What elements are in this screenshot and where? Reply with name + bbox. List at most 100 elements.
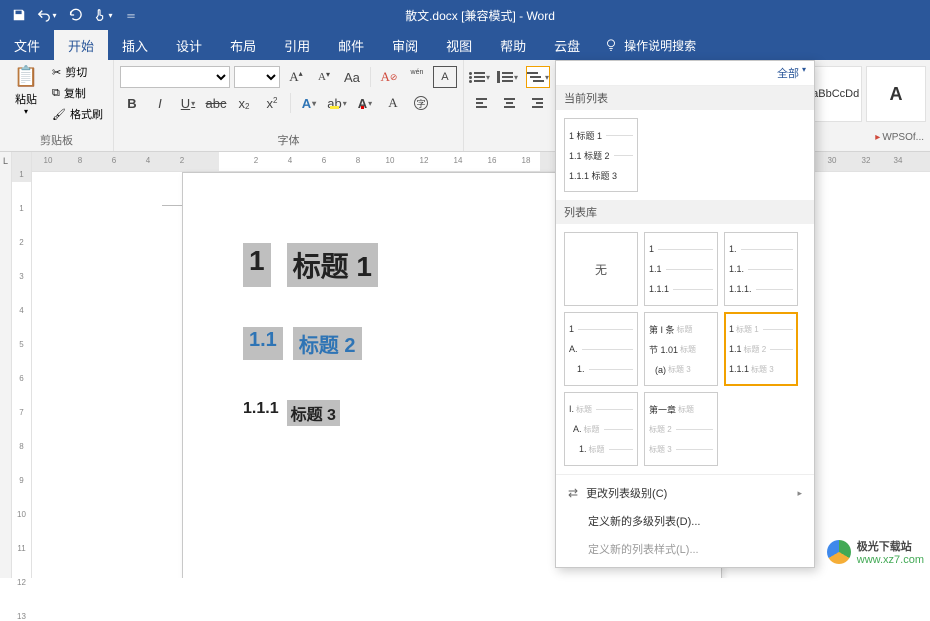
vruler-tick: 3	[12, 272, 31, 281]
clear-format-button[interactable]: A⊘	[377, 66, 401, 88]
outline-gutter: L	[0, 152, 12, 578]
paste-icon: 📋	[14, 64, 39, 89]
paste-button[interactable]: 📋 粘贴 ▾	[6, 62, 46, 118]
char-shading-button[interactable]: A	[381, 92, 405, 114]
tab-cloud[interactable]: 云盘	[540, 30, 594, 60]
ml-filter-all[interactable]: 全部▾	[556, 61, 814, 86]
underline-button[interactable]: U▾	[176, 92, 200, 114]
vruler-tick: 5	[12, 340, 31, 349]
ml-define-new[interactable]: 定义新的多级列表(D)...	[556, 507, 814, 535]
subscript-button[interactable]: x2	[232, 92, 256, 114]
enclose-char-button[interactable]: 字	[409, 92, 433, 114]
align-left-button[interactable]	[470, 92, 494, 114]
vruler-tick: 12	[12, 578, 31, 587]
hruler-tick: 2	[254, 156, 258, 165]
font-family-combo[interactable]	[120, 66, 230, 88]
h3-number: 1.1.1	[243, 400, 279, 426]
ml-lib-7[interactable]: 第一章标题 标题 2 标题 3	[644, 392, 718, 466]
qat-customize-button[interactable]: ＝	[118, 2, 144, 28]
tab-design[interactable]: 设计	[162, 30, 216, 60]
text-effects-button[interactable]: A▾	[297, 92, 321, 114]
numbering-icon	[502, 72, 513, 82]
superscript-button[interactable]: x2	[260, 92, 284, 114]
vruler-tick: 1	[12, 204, 31, 213]
h3-text: 标题 3	[287, 400, 340, 426]
strike-button[interactable]: abc	[204, 92, 228, 114]
style-heading1[interactable]: A	[866, 66, 926, 122]
font-size-combo[interactable]	[234, 66, 280, 88]
vruler-tick: 10	[12, 510, 31, 519]
highlight-button[interactable]: ab▾	[325, 92, 349, 114]
ml-lib-none[interactable]: 无	[564, 232, 638, 306]
brush-icon: 🖌	[52, 108, 66, 121]
touch-mode-button[interactable]: ▾	[90, 2, 116, 28]
bullets-button[interactable]: ▾	[470, 66, 494, 88]
ribbon-tabs: 文件 开始 插入 设计 布局 引用 邮件 审阅 视图 帮助 云盘 操作说明搜索	[0, 30, 930, 60]
copy-button[interactable]: ⧉复制	[48, 83, 107, 103]
ribbon: 📋 粘贴 ▾ ✂剪切 ⧉复制 🖌格式刷 剪贴板 A▴ A▾ Aa A⊘ wén	[0, 60, 930, 152]
undo-button[interactable]: ▾	[34, 2, 60, 28]
hruler-tick: 12	[420, 156, 429, 165]
tab-insert[interactable]: 插入	[108, 30, 162, 60]
vertical-ruler[interactable]: 112345678910111213	[12, 152, 32, 578]
group-font-label: 字体	[120, 130, 457, 151]
format-painter-button[interactable]: 🖌 格式刷	[48, 104, 107, 124]
tab-mailings[interactable]: 邮件	[324, 30, 378, 60]
ml-lib-5[interactable]: 1标题 1 1.1标题 2 1.1.1标题 3	[724, 312, 798, 386]
tell-me-label: 操作说明搜索	[624, 37, 696, 54]
group-clipboard-label: 剪贴板	[6, 130, 107, 151]
hruler-tick: 34	[894, 156, 903, 165]
align-right-button[interactable]	[526, 92, 550, 114]
watermark-logo-icon	[827, 540, 851, 564]
ml-change-level[interactable]: ⇄更改列表级别(C)▸	[556, 479, 814, 507]
ml-lib-1[interactable]: 1 1.1 1.1.1	[644, 232, 718, 306]
ml-current-item[interactable]: 1 标题 1 1.1 标题 2 1.1.1 标题 3	[564, 118, 638, 192]
ml-lib-3[interactable]: 1 A. 1.	[564, 312, 638, 386]
ml-lib-2[interactable]: 1. 1.1. 1.1.1.	[724, 232, 798, 306]
tab-file[interactable]: 文件	[0, 30, 54, 60]
h1-number: 1	[243, 243, 271, 287]
h1-text: 标题 1	[287, 243, 378, 287]
hruler-tick: 16	[488, 156, 497, 165]
bold-button[interactable]: B	[120, 92, 144, 114]
pinyin-button[interactable]: wén	[405, 66, 429, 88]
separator	[370, 67, 371, 87]
multilevel-icon	[527, 72, 544, 82]
redo-button[interactable]	[62, 2, 88, 28]
tab-layout[interactable]: 布局	[216, 30, 270, 60]
tab-view[interactable]: 视图	[432, 30, 486, 60]
hruler-tick: 2	[180, 156, 184, 165]
pinyin-label: wén	[411, 69, 424, 76]
watermark: 极光下载站 www.xz7.com	[827, 538, 924, 566]
save-button[interactable]	[6, 2, 32, 28]
align-right-icon	[532, 98, 543, 108]
tab-home[interactable]: 开始	[54, 30, 108, 60]
ml-lib-6[interactable]: I.标题 A.标题 1.标题	[564, 392, 638, 466]
ml-lib-4[interactable]: 第 I 条标题 节 1.01标题 (a)标题 3	[644, 312, 718, 386]
italic-button[interactable]: I	[148, 92, 172, 114]
format-painter-label: 格式刷	[70, 106, 103, 122]
tab-review[interactable]: 审阅	[378, 30, 432, 60]
vruler-tick: 9	[12, 476, 31, 485]
numbering-button[interactable]: ▾	[498, 66, 522, 88]
tell-me-search[interactable]: 操作说明搜索	[594, 30, 706, 60]
copy-icon: ⧉	[52, 87, 60, 100]
shrink-font-button[interactable]: A▾	[312, 66, 336, 88]
align-left-icon	[476, 98, 487, 108]
tab-references[interactable]: 引用	[270, 30, 324, 60]
font-color-button[interactable]: A▾	[353, 92, 377, 114]
lightbulb-icon	[604, 38, 618, 52]
tab-help[interactable]: 帮助	[486, 30, 540, 60]
align-center-icon	[504, 98, 515, 108]
hruler-tick: 30	[828, 156, 837, 165]
multilevel-list-panel: 全部▾ 当前列表 1 标题 1 1.1 标题 2 1.1.1 标题 3 列表库 …	[555, 60, 815, 568]
change-case-button[interactable]: Aa	[340, 66, 364, 88]
multilevel-list-button[interactable]: ▾	[526, 66, 550, 88]
window-title: 散文.docx [兼容模式] - Word	[150, 7, 810, 24]
separator	[290, 93, 291, 113]
char-border-button[interactable]: A	[433, 66, 457, 88]
align-center-button[interactable]	[498, 92, 522, 114]
cut-button[interactable]: ✂剪切	[48, 62, 107, 82]
grow-font-button[interactable]: A▴	[284, 66, 308, 88]
ml-define-style[interactable]: 定义新的列表样式(L)...	[556, 535, 814, 563]
